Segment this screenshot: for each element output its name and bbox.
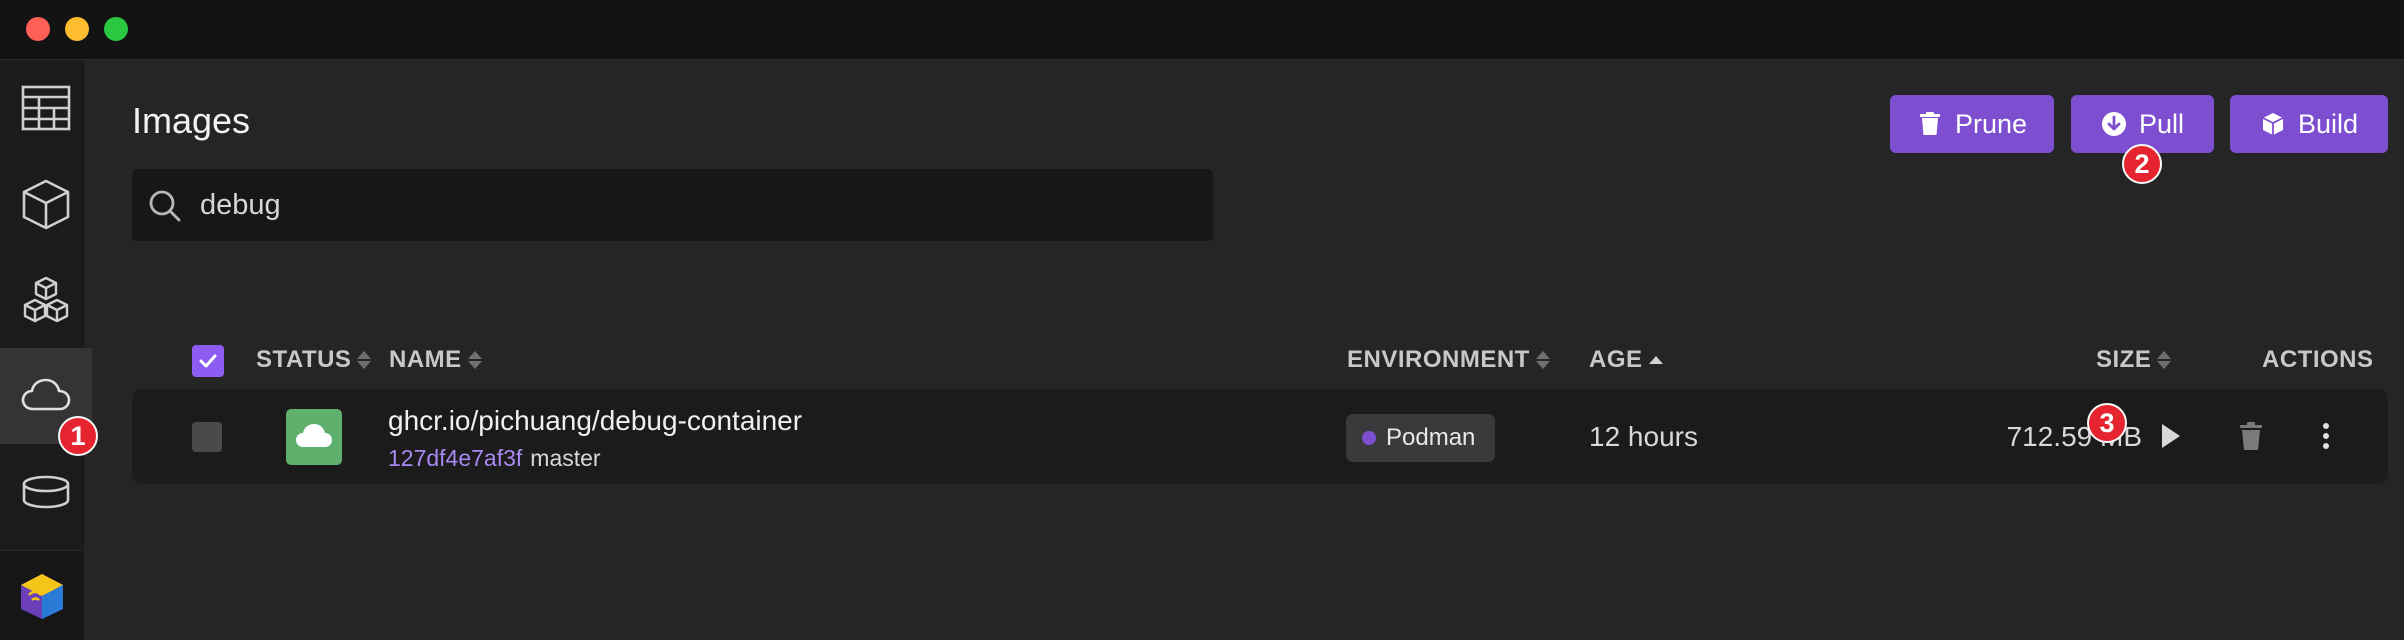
sort-icon [357, 351, 372, 369]
select-all-checkbox[interactable] [192, 345, 224, 377]
build-button[interactable]: Build [2230, 95, 2388, 153]
column-header-environment-label: ENVIRONMENT [1347, 346, 1530, 373]
column-header-size-label: SIZE [2096, 346, 2152, 373]
row-checkbox[interactable] [192, 422, 222, 452]
sidebar [0, 60, 92, 640]
close-window-button[interactable] [26, 17, 50, 41]
zoom-window-button[interactable] [104, 17, 128, 41]
prune-button-label: Prune [1954, 108, 2028, 139]
column-header-status-label: STATUS [256, 346, 352, 373]
database-icon [22, 475, 70, 509]
play-icon [2162, 424, 2180, 448]
sort-ascending-icon [1648, 356, 1663, 364]
image-age: 12 hours [1589, 421, 1698, 452]
image-tag: master [530, 445, 601, 471]
image-name[interactable]: ghcr.io/pichuang/debug-container [388, 405, 802, 437]
download-circle-icon [2101, 112, 2126, 136]
title-bar [0, 0, 2404, 60]
environment-badge: Podman [1346, 414, 1496, 462]
environment-label: Podman [1386, 424, 1476, 451]
pull-button-label: Pull [2138, 108, 2185, 139]
search-icon [149, 190, 181, 222]
sort-icon [467, 351, 482, 369]
podman-desktop-logo[interactable] [0, 550, 84, 640]
search-bar[interactable] [132, 169, 1213, 241]
column-header-environment[interactable]: ENVIRONMENT [1347, 346, 1550, 374]
prune-button[interactable]: Prune [1890, 95, 2054, 153]
column-header-actions: ACTIONS [2262, 346, 2374, 374]
checkmark-icon [199, 354, 217, 368]
more-vertical-icon [2323, 423, 2329, 449]
cloud-icon [296, 424, 332, 447]
column-header-age-label: AGE [1589, 346, 1643, 373]
delete-image-button[interactable] [2231, 416, 2271, 456]
main-content: Images Prune Pull Build 2 debug STATUS N… [92, 60, 2404, 640]
sidebar-item-pods[interactable] [0, 252, 92, 348]
sort-icon [2157, 351, 2172, 369]
search-input[interactable] [200, 183, 1100, 227]
sidebar-item-dashboard[interactable] [0, 60, 92, 156]
cube-icon [2262, 113, 2284, 135]
step-badge-2: 2 [2122, 144, 2162, 184]
kebab-menu-button[interactable] [2306, 416, 2346, 456]
minimize-window-button[interactable] [65, 17, 89, 41]
environment-dot-icon [1362, 431, 1376, 445]
image-details: 127df4e7af3f master [388, 445, 601, 472]
column-header-name[interactable]: NAME [389, 346, 482, 374]
trash-icon [1919, 112, 1940, 135]
page-title: Images [132, 100, 251, 141]
image-id: 127df4e7af3f [388, 445, 523, 471]
cloud-icon [21, 378, 71, 411]
sidebar-item-containers[interactable] [0, 156, 92, 252]
cubes-icon [23, 276, 69, 323]
column-header-name-label: NAME [389, 346, 462, 373]
dashboard-icon [21, 85, 71, 131]
trash-icon [2240, 422, 2262, 450]
run-image-button[interactable] [2150, 416, 2190, 456]
column-header-status[interactable]: STATUS [256, 346, 372, 374]
column-header-size[interactable]: SIZE [2096, 346, 2172, 374]
column-header-actions-label: ACTIONS [2262, 346, 2374, 373]
sort-icon [1535, 351, 1550, 369]
sidebar-item-volumes[interactable] [0, 444, 92, 540]
status-icon [286, 409, 342, 465]
step-badge-1: 1 [58, 416, 98, 456]
build-button-label: Build [2297, 108, 2359, 139]
cube-icon [22, 179, 70, 230]
column-header-age[interactable]: AGE [1589, 346, 1663, 374]
table-row[interactable]: ghcr.io/pichuang/debug-container 127df4e… [132, 389, 2388, 484]
podman-desktop-logo-icon [21, 573, 63, 619]
step-badge-3: 3 [2087, 403, 2127, 443]
